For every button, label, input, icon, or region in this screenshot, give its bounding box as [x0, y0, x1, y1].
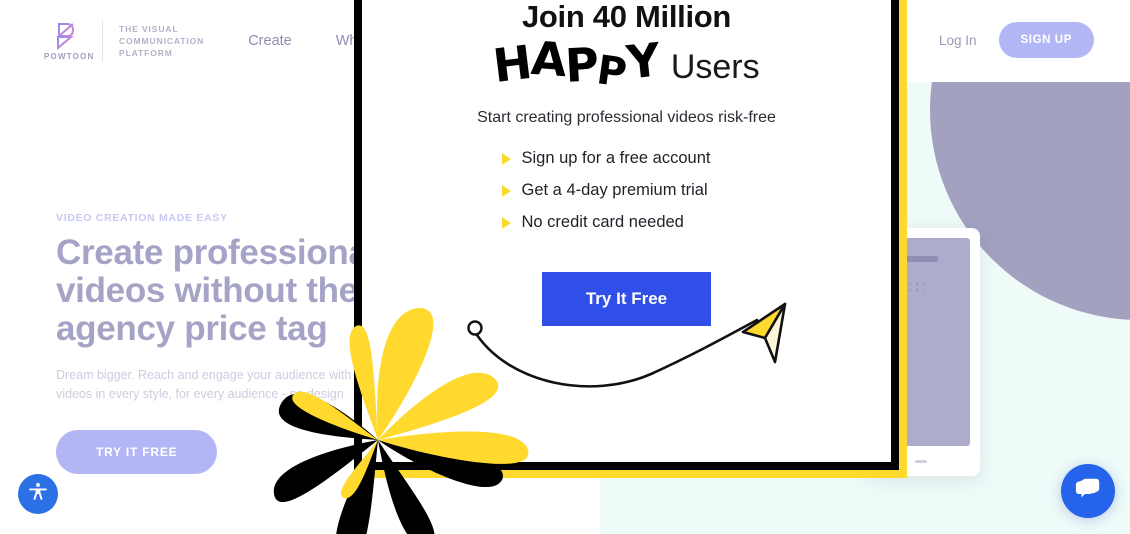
happy-letter-p2: P: [594, 47, 629, 97]
tagline-line-1: THE VISUAL: [119, 24, 179, 34]
benefit-label: No credit card needed: [521, 213, 684, 231]
brand-logo[interactable]: POWTOON THE VISUAL COMMUNICATION PLATFOR…: [44, 20, 204, 62]
tagline-line-3: PLATFORM: [119, 48, 173, 58]
modal-heading-main: HAPPY Users: [402, 31, 851, 97]
accessibility-button[interactable]: [18, 474, 58, 514]
primary-nav-links: Create Why: [248, 33, 365, 49]
modal-content: Join 40 Million HAPPY Users Start creati…: [362, 0, 891, 462]
powtoon-logo-icon: [53, 21, 79, 51]
login-link[interactable]: Log In: [939, 33, 977, 48]
happy-letter-a: A: [529, 30, 568, 88]
logo-divider: [102, 20, 103, 62]
triangle-bullet-icon: [501, 184, 511, 197]
list-item: Get a 4-day premium trial: [501, 181, 752, 200]
modal-benefits-list: Sign up for a free account Get a 4-day p…: [501, 149, 752, 232]
happy-letter-h: H: [490, 34, 535, 94]
signup-promo-modal: Join 40 Million HAPPY Users Start creati…: [354, 0, 899, 470]
brand-tagline: THE VISUAL COMMUNICATION PLATFORM: [119, 23, 204, 59]
list-item: Sign up for a free account: [501, 149, 752, 168]
logo-wordmark: POWTOON: [44, 52, 95, 61]
chat-widget-button[interactable]: [1061, 464, 1115, 518]
signup-button[interactable]: SIGN UP: [998, 22, 1094, 58]
hero-try-it-free-button[interactable]: TRY IT FREE: [56, 430, 218, 474]
modal-heading-prefix: Join 40 Million: [521, 0, 732, 34]
page-root: POWTOON THE VISUAL COMMUNICATION PLATFOR…: [0, 0, 1130, 534]
happy-letter-y: Y: [623, 32, 662, 90]
benefit-label: Get a 4-day premium trial: [521, 181, 708, 199]
triangle-bullet-icon: [501, 216, 511, 229]
modal-heading-happy: HAPPY: [490, 31, 662, 97]
chat-bubble-icon: [1074, 476, 1102, 507]
tagline-line-2: COMMUNICATION: [119, 36, 205, 46]
benefit-label: Sign up for a free account: [521, 149, 711, 167]
nav-item-create[interactable]: Create: [248, 33, 292, 49]
list-item: No credit card needed: [501, 213, 752, 232]
modal-heading-suffix: Users: [670, 48, 760, 86]
modal-subheading: Start creating professional videos risk-…: [477, 109, 776, 126]
nav-account-actions: Log In SIGN UP: [939, 22, 1094, 58]
video-player-meta: [915, 459, 927, 463]
modal-try-it-free-button[interactable]: Try It Free: [541, 272, 712, 326]
logo-mark: POWTOON: [44, 21, 95, 61]
triangle-bullet-icon: [501, 152, 511, 165]
accessibility-icon: [27, 481, 49, 508]
